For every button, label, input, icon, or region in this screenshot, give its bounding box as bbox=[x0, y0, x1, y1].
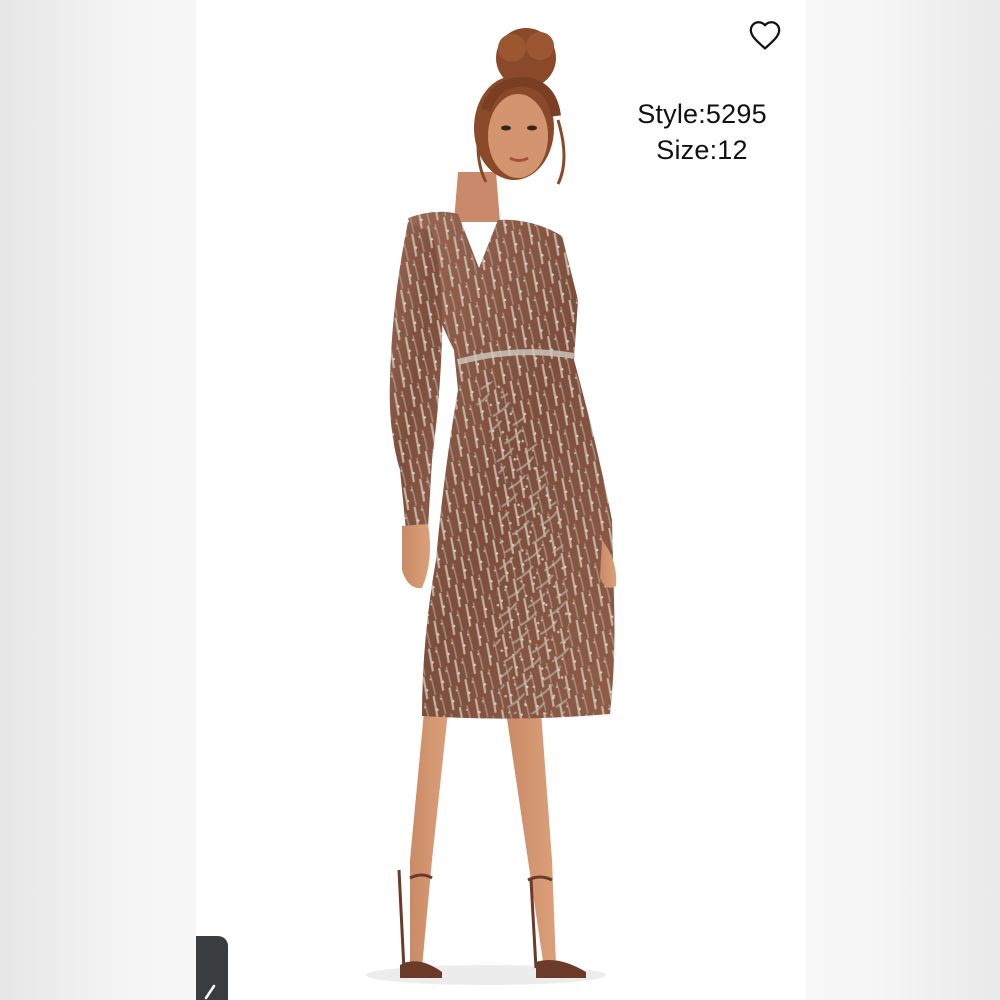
style-number: Style:5295 bbox=[637, 99, 767, 129]
heart-outline-icon bbox=[749, 21, 781, 50]
screen: Style:5295 Size:12 bbox=[0, 0, 1000, 1000]
carousel-tab[interactable] bbox=[196, 936, 228, 1000]
favorite-button[interactable] bbox=[746, 16, 784, 54]
listing-details: Style:5295 Size:12 bbox=[616, 96, 788, 168]
left-margin bbox=[0, 0, 196, 1000]
chevron-icon bbox=[204, 984, 216, 1000]
right-margin bbox=[804, 0, 1000, 1000]
size-label: Size:12 bbox=[656, 135, 748, 165]
listing-card[interactable]: Style:5295 Size:12 bbox=[196, 0, 806, 1000]
